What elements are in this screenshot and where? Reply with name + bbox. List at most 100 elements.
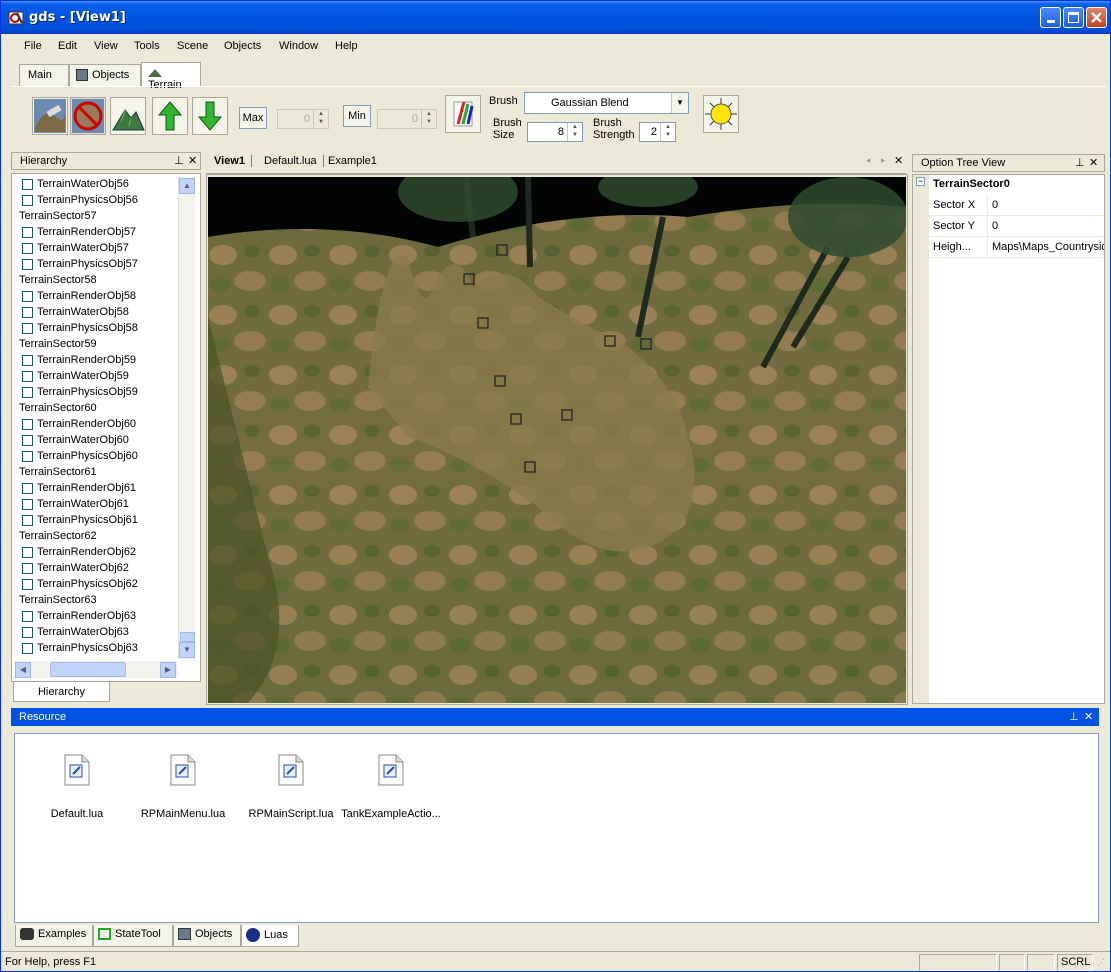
tree-group[interactable]: TerrainSector58 [19,274,97,290]
visibility-checkbox[interactable] [22,434,33,446]
tree-item[interactable]: TerrainPhysicsObj63 [22,642,138,658]
tree-item[interactable]: TerrainWaterObj57 [22,242,129,258]
scroll-left-arrow-icon[interactable]: ◀ [15,662,31,678]
visibility-checkbox[interactable] [22,450,33,462]
close-document-button[interactable]: ✕ [894,154,903,167]
doc-tab-view1[interactable]: View1 [208,155,252,167]
height-up-button[interactable] [152,97,188,135]
visibility-checkbox[interactable] [22,642,33,654]
visibility-checkbox[interactable] [22,178,33,190]
hierarchy-tree[interactable]: TerrainWaterObj56 TerrainPhysicsObj56 Terr… [14,177,178,659]
tree-item[interactable]: TerrainRenderObj60 [22,418,136,434]
scroll-thumb[interactable] [180,632,195,642]
3d-viewport[interactable] [208,177,906,703]
tab-objects[interactable]: Objects [69,64,141,86]
option-tree-close-button[interactable]: ✕ [1089,156,1098,169]
tree-item[interactable]: TerrainRenderObj61 [22,482,136,498]
resource-file[interactable]: RPMainMenu.lua [133,754,233,820]
brush-select[interactable]: Gaussian Blend ▼ [524,92,689,114]
tree-item[interactable]: TerrainPhysicsObj56 [22,194,138,210]
visibility-checkbox[interactable] [22,546,33,558]
tree-item[interactable]: TerrainWaterObj61 [22,498,129,514]
prop-value[interactable]: 0 [987,216,998,237]
hierarchy-vertical-scrollbar[interactable]: ▲ ▼ [178,177,195,659]
tab-statetool[interactable]: StateTool [93,925,173,947]
tree-item[interactable]: TerrainRenderObj59 [22,354,136,370]
tree-item[interactable]: TerrainRenderObj58 [22,290,136,306]
tab-main[interactable]: Main [19,64,69,86]
tree-item[interactable]: TerrainWaterObj59 [22,370,129,386]
min-spin-arrows[interactable]: ▲ ▼ [421,110,436,128]
brush-strength-arrows[interactable]: ▲ ▼ [660,123,675,141]
resource-file[interactable]: TankExampleActio... [341,754,441,820]
tree-item[interactable]: TerrainWaterObj58 [22,306,129,322]
scroll-right-arrow-icon[interactable]: ▶ [160,662,176,678]
visibility-checkbox[interactable] [22,290,33,302]
visibility-checkbox[interactable] [22,226,33,238]
prop-value[interactable]: 0 [987,195,998,216]
menu-file[interactable]: File [24,40,42,52]
tree-item[interactable]: TerrainPhysicsObj61 [22,514,138,530]
tree-item[interactable]: TerrainPhysicsObj57 [22,258,138,274]
tree-group[interactable]: TerrainSector60 [19,402,97,418]
menu-window[interactable]: Window [279,40,318,52]
tree-item[interactable]: TerrainWaterObj60 [22,434,129,450]
resource-pin-icon[interactable]: ⊥ [1069,710,1079,723]
visibility-checkbox[interactable] [22,258,33,270]
hierarchy-horizontal-scrollbar[interactable]: ◀ ▶ [14,661,178,678]
tab-objects-bottom[interactable]: Objects [173,925,241,947]
doc-tab-default-lua[interactable]: Default.lua [258,155,324,167]
tree-item[interactable]: TerrainRenderObj63 [22,610,136,626]
menu-help[interactable]: Help [335,40,358,52]
tree-group[interactable]: TerrainSector62 [19,530,97,546]
tree-item[interactable]: TerrainWaterObj56 [22,178,129,194]
visibility-checkbox[interactable] [22,418,33,430]
tree-item[interactable]: TerrainWaterObj62 [22,562,129,578]
visibility-checkbox[interactable] [22,322,33,334]
visibility-checkbox[interactable] [22,242,33,254]
max-value-spin[interactable]: 0 ▲ ▼ [277,109,329,129]
tab-scroll-right-icon[interactable]: ▸ [881,155,886,166]
tree-item[interactable]: TerrainRenderObj57 [22,226,136,242]
menu-view[interactable]: View [94,40,118,52]
tree-item[interactable]: TerrainPhysicsObj62 [22,578,138,594]
option-tree-root[interactable]: TerrainSector0 [933,178,1010,190]
raise-terrain-button[interactable] [110,97,146,135]
menu-edit[interactable]: Edit [58,40,77,52]
gds-app-icon[interactable] [8,10,24,26]
brush-size-arrows[interactable]: ▲ ▼ [567,123,582,141]
menu-tools[interactable]: Tools [134,40,160,52]
tree-item[interactable]: TerrainWaterObj63 [22,626,129,642]
visibility-checkbox[interactable] [22,610,33,622]
visibility-checkbox[interactable] [22,562,33,574]
terrain-tool-button[interactable] [32,97,68,135]
resource-close-button[interactable]: ✕ [1084,710,1093,723]
tree-group[interactable]: TerrainSector61 [19,466,97,482]
option-pin-icon[interactable]: ⊥ [1075,156,1085,169]
visibility-checkbox[interactable] [22,194,33,206]
tab-terrain[interactable]: Terrain [141,62,201,91]
tree-item[interactable]: TerrainPhysicsObj59 [22,386,138,402]
height-down-button[interactable] [192,97,228,135]
tree-group[interactable]: TerrainSector63 [19,594,97,610]
visibility-checkbox[interactable] [22,354,33,366]
max-button[interactable]: Max [239,107,267,129]
visibility-checkbox[interactable] [22,626,33,638]
visibility-checkbox[interactable] [22,578,33,590]
visibility-checkbox[interactable] [22,306,33,318]
paint-brush-button[interactable] [445,95,481,133]
close-window-button[interactable] [1086,7,1107,28]
hierarchy-close-button[interactable]: ✕ [188,154,197,167]
tab-luas[interactable]: Luas [241,925,299,947]
hierarchy-tab[interactable]: Hierarchy [13,682,110,702]
prop-row-sector-y[interactable]: Sector Y 0 [929,216,1104,237]
brush-size-spin[interactable]: 8 ▲ ▼ [527,122,583,142]
tree-item[interactable]: TerrainPhysicsObj58 [22,322,138,338]
visibility-checkbox[interactable] [22,370,33,382]
tree-item[interactable]: TerrainRenderObj62 [22,546,136,562]
resource-file[interactable]: Default.lua [27,754,127,820]
scroll-up-arrow-icon[interactable]: ▲ [179,178,195,194]
menu-objects[interactable]: Objects [224,40,261,52]
scroll-down-arrow-icon[interactable]: ▼ [179,642,195,658]
title-bar[interactable]: gds - [View1] [1,1,1110,34]
